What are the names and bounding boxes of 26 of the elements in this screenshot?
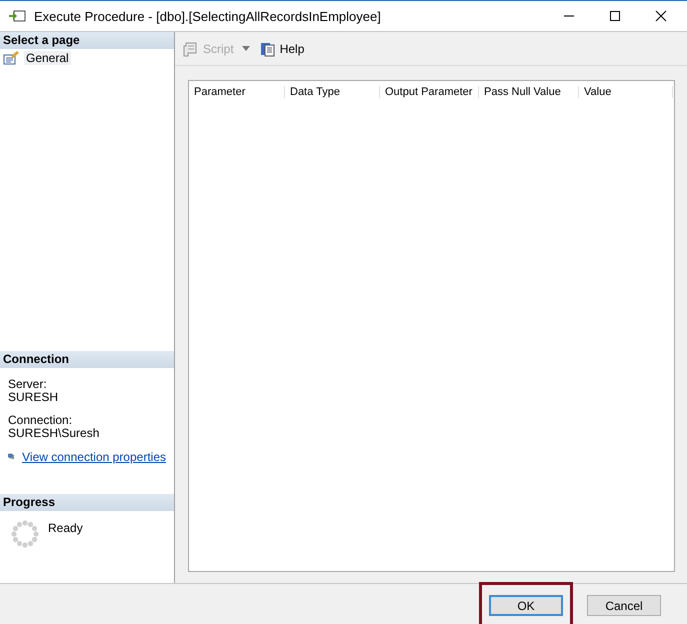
window-title: Execute Procedure - [dbo].[SelectingAllRecordsInEmployee] [34, 8, 381, 24]
maximize-icon[interactable] [609, 10, 621, 22]
field-value: SURESH [8, 391, 60, 404]
column-header[interactable]: Value [579, 86, 673, 98]
help-icon [260, 40, 276, 56]
spinner-icon [10, 519, 40, 549]
page-item[interactable]: General [24, 51, 71, 65]
field-value: SURESH\Suresh [8, 427, 100, 440]
column-header[interactable]: Data Type [285, 86, 380, 98]
connection-properties-link[interactable]: View connection properties [22, 450, 166, 464]
close-icon[interactable] [655, 10, 667, 22]
section-header: Progress [0, 494, 174, 511]
help-button[interactable]: Help [258, 38, 306, 58]
dialog-button[interactable]: Cancel [587, 595, 661, 616]
field-label: Connection: [8, 414, 74, 427]
app-icon [8, 9, 26, 23]
page-icon [3, 51, 20, 65]
progress-status: Ready [48, 521, 83, 537]
section-header: Connection [0, 351, 174, 368]
column-header[interactable]: Output Parameter [380, 86, 479, 98]
scroll-icon [183, 40, 199, 56]
dialog-button[interactable]: OK [489, 595, 563, 616]
column-header[interactable]: Pass Null Value [479, 86, 579, 98]
column-header[interactable]: Parameter [189, 86, 285, 98]
section-header: Select a page [0, 32, 174, 49]
field-label: Server: [8, 378, 48, 391]
